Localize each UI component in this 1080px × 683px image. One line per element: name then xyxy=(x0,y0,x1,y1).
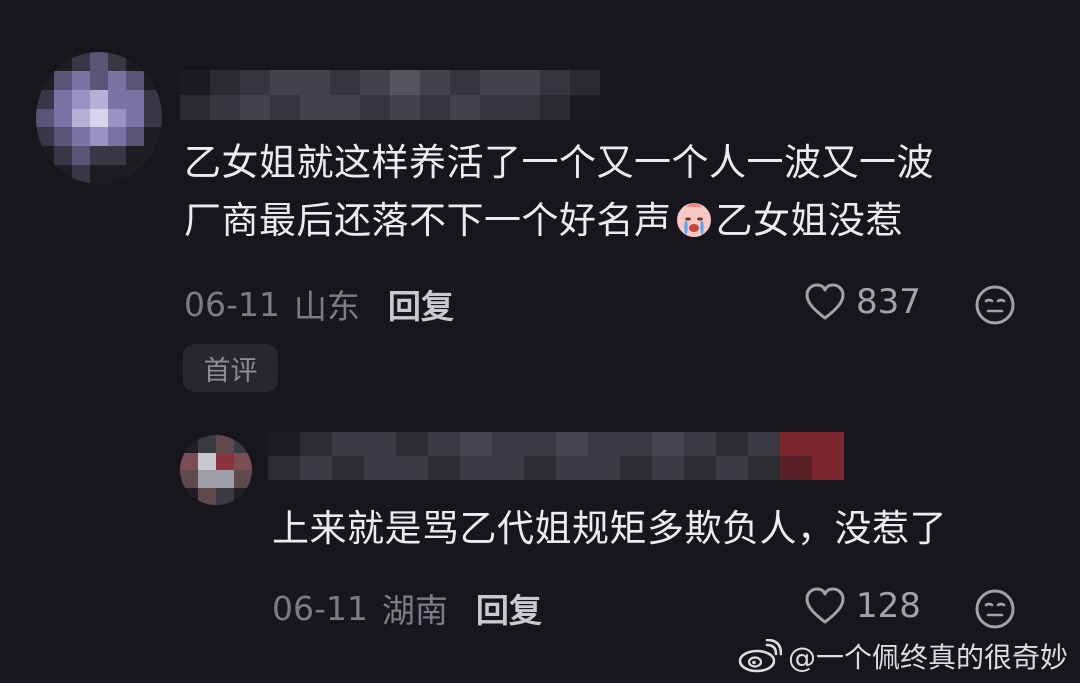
emoji-reaction-icon[interactable] xyxy=(974,588,1016,630)
heart-icon xyxy=(805,283,845,320)
main-comment-line2: 厂商最后还落不下一个好名声 乙女姐没惹 xyxy=(184,192,934,250)
commenter-avatar-blurred[interactable] xyxy=(36,52,162,184)
first-comment-badge: 首评 xyxy=(183,344,278,392)
heart-icon xyxy=(805,587,845,624)
commenter-name-blurred[interactable] xyxy=(180,70,600,120)
reply-avatar-blurred[interactable] xyxy=(180,435,252,505)
comment-location: 湖南 xyxy=(381,591,448,630)
reply-comment-text: 上来就是骂乙代姐规矩多欺负人，没惹了 xyxy=(272,507,947,550)
main-comment-meta: 06-11 山东 回复 xyxy=(184,280,454,328)
weibo-watermark: @一个佩终真的很奇妙 xyxy=(738,636,1068,676)
crying-face-emoji-icon xyxy=(676,203,711,237)
like-count: 128 xyxy=(856,586,921,626)
comment-location: 山东 xyxy=(293,287,360,326)
reply-comment-meta: 06-11 湖南 回复 xyxy=(272,584,542,632)
main-comment-line1: 乙女姐就这样养活了一个又一个人一波又一波 xyxy=(184,141,934,184)
comment-date: 06-11 xyxy=(272,588,368,628)
main-comment-line2-part2: 乙女姐没惹 xyxy=(715,199,903,242)
reply-button[interactable]: 回复 xyxy=(388,280,454,328)
main-comment-text: 乙女姐就这样养活了一个又一个人一波又一波 厂商最后还落不下一个好名声 乙女姐没惹 xyxy=(184,134,934,250)
reply-name-blurred[interactable] xyxy=(268,432,844,480)
like-button[interactable]: 837 xyxy=(804,282,921,322)
reply-button[interactable]: 回复 xyxy=(476,584,542,632)
watermark-text: @一个佩终真的很奇妙 xyxy=(788,641,1069,674)
like-count: 837 xyxy=(856,282,921,322)
weibo-logo-icon xyxy=(738,639,782,673)
main-comment-line2-part1: 厂商最后还落不下一个好名声 xyxy=(184,199,672,242)
emoji-reaction-icon[interactable] xyxy=(974,284,1016,326)
comment-date: 06-11 xyxy=(184,284,280,324)
like-button[interactable]: 128 xyxy=(804,586,921,626)
